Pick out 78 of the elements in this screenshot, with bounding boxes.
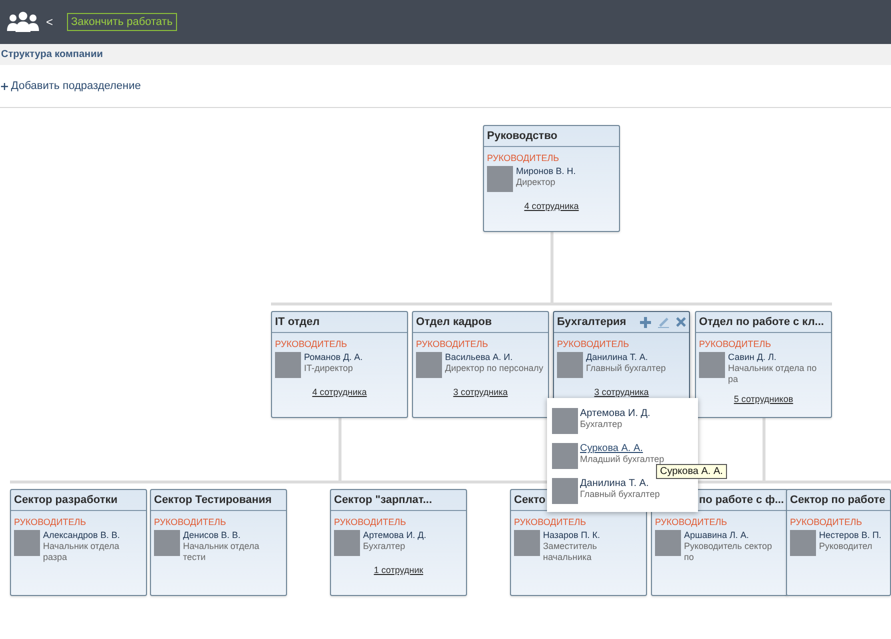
department-title[interactable]: Сектор "зарплат...: [334, 494, 463, 506]
employee-position: Главный бухгалтер: [580, 489, 660, 500]
head-role-label: РУКОВОДИТЕЛЬ: [334, 517, 408, 527]
head-position: Руководитель сектор по: [684, 541, 774, 563]
employee-count-link[interactable]: 1 сотрудник: [374, 565, 424, 575]
edit-icon[interactable]: [658, 316, 669, 328]
employee-count-link[interactable]: 5 сотрудников: [734, 394, 794, 404]
tooltip: Суркова А. А.: [656, 464, 727, 479]
head-position: Начальник отдела разра: [43, 541, 120, 563]
head-role-label: РУКОВОДИТЕЛЬ: [275, 339, 348, 349]
department-title[interactable]: Отдел по работе с кл...: [699, 316, 828, 328]
head-position: Директор по персоналу: [445, 363, 544, 374]
head-position: Главный бухгалтер: [586, 363, 666, 374]
head-name[interactable]: Васильева А. И.: [445, 352, 544, 363]
employee-position: Бухгалтер: [580, 419, 624, 430]
add-icon[interactable]: [640, 316, 651, 328]
photo-placeholder: [557, 352, 583, 378]
employee-position: Младший бухгалтер: [580, 454, 664, 465]
head-position: Начальник отдела по ра: [728, 363, 818, 385]
employee-name-link[interactable]: Артемова И. Д.: [580, 408, 650, 419]
photo-placeholder: [699, 352, 725, 378]
head-position: Руководител: [819, 541, 874, 552]
photo-placeholder: [14, 530, 40, 556]
photo-placeholder: [552, 478, 578, 504]
department-title[interactable]: Руководство: [487, 130, 616, 142]
head-name[interactable]: Аршавина Л. А.: [684, 530, 784, 541]
photo-placeholder: [514, 530, 540, 556]
head-role-label: РУКОВОДИТЕЛЬ: [790, 517, 864, 527]
head-position: Бухгалтер: [363, 541, 406, 552]
photo-placeholder: [552, 443, 578, 469]
head-name[interactable]: Романов Д. А.: [304, 352, 363, 363]
people-icon[interactable]: [6, 11, 40, 33]
employee-count-link[interactable]: 4 сотрудника: [524, 201, 579, 211]
photo-placeholder: [655, 530, 681, 556]
back-arrow[interactable]: <: [46, 15, 54, 29]
head-role-label: РУКОВОДИТЕЛЬ: [655, 517, 728, 527]
head-name[interactable]: Савин Д. Л.: [728, 352, 828, 363]
page-title: Структура компании: [1, 49, 103, 60]
head-name[interactable]: Нестеров В. П.: [819, 530, 882, 541]
head-name[interactable]: Миронов В. Н.: [516, 166, 576, 177]
department-title[interactable]: Сектор разработки: [14, 494, 143, 506]
head-position: IT-директор: [304, 363, 354, 374]
head-position: Директор: [516, 177, 556, 188]
photo-placeholder: [790, 530, 816, 556]
photo-placeholder: [275, 352, 301, 378]
head-position: Начальник отдела тести: [183, 541, 260, 563]
employee-name-link[interactable]: Суркова А. А.: [580, 443, 664, 454]
employee-count-link[interactable]: 4 сотрудника: [312, 387, 367, 397]
head-role-label: РУКОВОДИТЕЛЬ: [487, 153, 560, 163]
department-title[interactable]: Сектор по работе: [790, 494, 887, 506]
head-name[interactable]: Артемова И. Д.: [363, 530, 426, 541]
close-icon[interactable]: [676, 317, 686, 327]
photo-placeholder: [416, 352, 442, 378]
head-position: Заместитель начальника: [543, 541, 598, 563]
head-name[interactable]: Данилина Т. А.: [586, 352, 666, 363]
head-name[interactable]: Александров В. В.: [43, 530, 143, 541]
head-name[interactable]: Денисов В. В.: [183, 530, 283, 541]
head-name[interactable]: Назаров П. К.: [543, 530, 643, 541]
photo-placeholder: [552, 408, 578, 434]
employee-name-link[interactable]: Данилина Т. А.: [580, 478, 660, 489]
head-role-label: РУКОВОДИТЕЛЬ: [699, 339, 772, 349]
finish-work-button[interactable]: Закончить работать: [67, 13, 177, 31]
photo-placeholder: [154, 530, 180, 556]
add-department-link[interactable]: Добавить подразделение: [1, 80, 141, 92]
department-title[interactable]: Отдел кадров: [416, 316, 545, 328]
department-title[interactable]: Бухгалтерия: [557, 316, 636, 328]
department-title[interactable]: IT отдел: [275, 316, 404, 328]
head-role-label: РУКОВОДИТЕЛЬ: [14, 517, 88, 527]
photo-placeholder: [334, 530, 360, 556]
employee-count-link[interactable]: 3 сотрудника: [594, 387, 649, 397]
plus-icon[interactable]: [1, 82, 8, 90]
photo-placeholder: [487, 166, 513, 192]
head-role-label: РУКОВОДИТЕЛЬ: [154, 517, 228, 527]
employee-count-link[interactable]: 3 сотрудника: [453, 387, 508, 397]
head-role-label: РУКОВОДИТЕЛЬ: [416, 339, 490, 349]
head-role-label: РУКОВОДИТЕЛЬ: [514, 517, 588, 527]
department-title[interactable]: Сектор Тестирования: [154, 494, 283, 506]
head-role-label: РУКОВОДИТЕЛЬ: [557, 339, 630, 349]
